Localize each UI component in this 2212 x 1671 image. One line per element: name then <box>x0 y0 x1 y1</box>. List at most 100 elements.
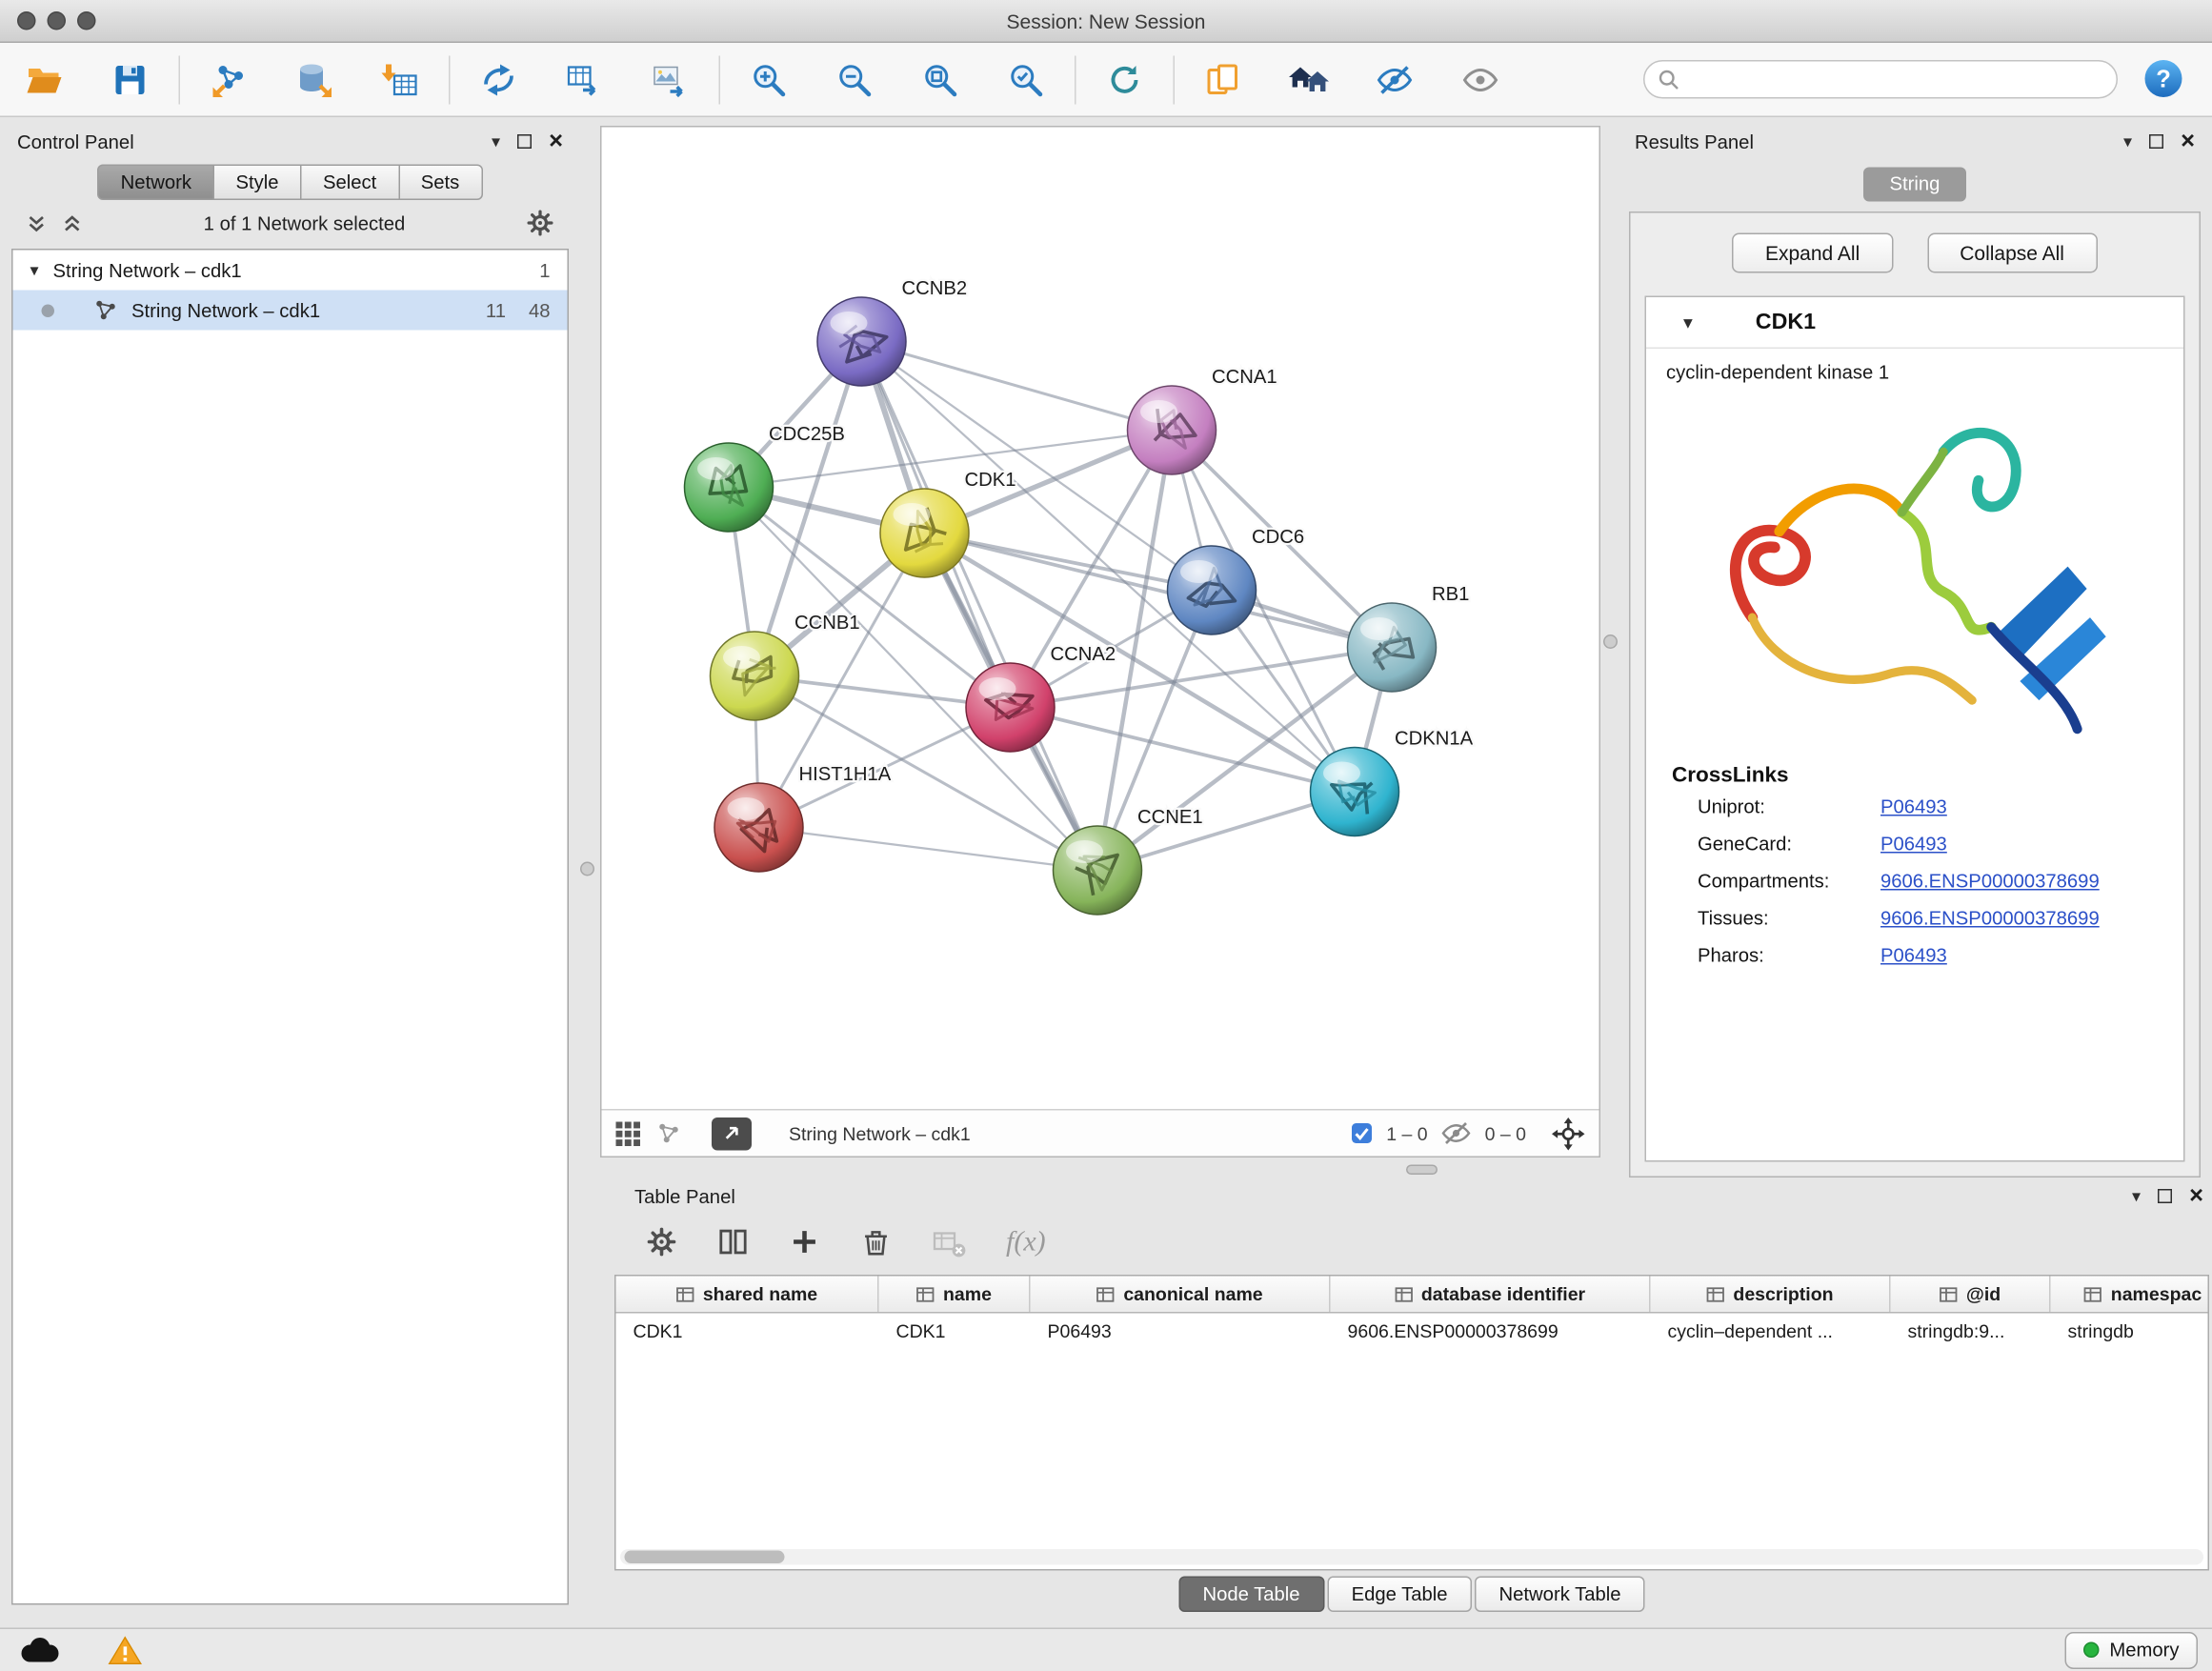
title-bar[interactable]: Session: New Session <box>0 0 2212 43</box>
help-button[interactable]: ? <box>2141 56 2186 102</box>
birds-eye-icon[interactable] <box>1552 1117 1585 1150</box>
network-node-CDKN1A[interactable]: CDKN1A <box>1311 729 1474 836</box>
network-node-CCNB2[interactable]: CCNB2 <box>817 278 967 386</box>
tab-string[interactable]: String <box>1864 168 1966 202</box>
network-row-selected[interactable]: String Network – cdk1 11 48 <box>13 291 568 331</box>
network-node-CCNB1[interactable]: CCNB1 <box>711 613 860 720</box>
clone-network-button[interactable] <box>1199 50 1248 108</box>
crosslink-value-link[interactable]: 9606.ENSP00000378699 <box>1880 907 2100 929</box>
table-cell[interactable]: CDK1 <box>879 1320 1031 1342</box>
string-results-content: Expand All Collapse All ▾ CDK1 cyclin-de… <box>1629 211 2201 1178</box>
splitter-handle[interactable] <box>1406 1165 1438 1176</box>
gene-symbol: CDK1 <box>1756 310 1816 335</box>
panel-menu-icon[interactable]: ▾ <box>492 131 500 151</box>
network-node-RB1[interactable]: RB1 <box>1348 584 1470 692</box>
table-cell[interactable]: stringdb <box>2051 1320 2210 1342</box>
export-table-button[interactable] <box>560 50 609 108</box>
crosslink-label: Pharos: <box>1698 944 1880 966</box>
import-network-database-button[interactable] <box>291 50 339 108</box>
splitter-handle[interactable] <box>580 862 594 876</box>
tree-caret-icon[interactable]: ▾ <box>30 260 39 280</box>
cloud-status-button[interactable] <box>14 1632 63 1669</box>
import-network-file-button[interactable] <box>205 50 253 108</box>
open-session-button[interactable] <box>20 50 69 108</box>
delete-column-icon[interactable] <box>860 1226 892 1258</box>
first-neighbors-button[interactable] <box>1285 50 1334 108</box>
horizontal-scrollbar[interactable] <box>620 1550 2203 1566</box>
memory-button[interactable]: Memory <box>2065 1632 2198 1669</box>
tab-network-table[interactable]: Network Table <box>1475 1576 1645 1612</box>
zoom-out-button[interactable] <box>831 50 879 108</box>
column-header[interactable]: canonical name <box>1031 1277 1331 1313</box>
column-header[interactable]: namespac <box>2051 1277 2210 1313</box>
export-image-button[interactable] <box>646 50 694 108</box>
expand-all-button[interactable]: Expand All <box>1732 233 1892 273</box>
tab-sets[interactable]: Sets <box>398 165 483 201</box>
column-header[interactable]: shared name <box>616 1277 879 1313</box>
panel-close-icon[interactable]: × <box>549 134 563 149</box>
panel-close-icon[interactable]: × <box>2181 134 2195 149</box>
show-all-button[interactable] <box>1457 50 1505 108</box>
table-cell[interactable]: cyclin–dependent ... <box>1651 1320 1891 1342</box>
collapse-all-icon[interactable] <box>26 212 48 234</box>
panel-menu-icon[interactable]: ▾ <box>2132 1186 2141 1206</box>
zoom-in-button[interactable] <box>745 50 794 108</box>
selected-checkbox-icon[interactable] <box>1352 1123 1372 1143</box>
show-columns-icon[interactable] <box>717 1226 749 1258</box>
column-header[interactable]: name <box>879 1277 1031 1313</box>
collapse-all-button[interactable]: Collapse All <box>1927 233 2098 273</box>
share-view-icon[interactable] <box>657 1122 680 1145</box>
cloud-icon <box>17 1636 60 1666</box>
network-node-HIST1H1A[interactable]: HIST1H1A <box>714 764 892 872</box>
add-column-icon[interactable] <box>789 1226 820 1258</box>
tab-style[interactable]: Style <box>212 165 301 201</box>
column-header[interactable]: database identifier <box>1331 1277 1651 1313</box>
crosslink-value-link[interactable]: 9606.ENSP00000378699 <box>1880 870 2100 892</box>
search-input[interactable] <box>1688 69 2117 91</box>
network-node-CCNA1[interactable]: CCNA1 <box>1128 367 1277 474</box>
save-session-button[interactable] <box>106 50 154 108</box>
panel-close-icon[interactable]: × <box>2189 1189 2203 1203</box>
column-header[interactable]: description <box>1651 1277 1891 1313</box>
open-in-window-button[interactable] <box>712 1117 752 1150</box>
eye-gray-icon <box>1460 61 1500 98</box>
gear-icon[interactable] <box>646 1226 677 1258</box>
expand-all-icon[interactable] <box>62 212 84 234</box>
scrollbar-thumb[interactable] <box>625 1551 785 1564</box>
table-cell[interactable]: P06493 <box>1031 1320 1331 1342</box>
warnings-button[interactable] <box>100 1632 149 1669</box>
table-cell[interactable]: CDK1 <box>616 1320 879 1342</box>
table-cell[interactable]: stringdb:9... <box>1891 1320 2051 1342</box>
panel-menu-icon[interactable]: ▾ <box>2123 131 2132 151</box>
export-network-button[interactable] <box>474 50 523 108</box>
panel-float-icon[interactable] <box>517 134 532 149</box>
hide-selected-button[interactable] <box>1371 50 1419 108</box>
tab-network[interactable]: Network <box>98 165 214 201</box>
network-canvas[interactable]: CCNB2CCNA1CDC25BCDK1CDC6RB1CCNB1CCNA2CDK… <box>602 128 1599 1110</box>
import-network-icon <box>211 61 248 98</box>
zoom-fit-button[interactable] <box>916 50 965 108</box>
tab-select[interactable]: Select <box>300 165 399 201</box>
panel-float-icon[interactable] <box>2158 1189 2172 1203</box>
crosslink-value-link[interactable]: P06493 <box>1880 944 1947 966</box>
gene-card-header[interactable]: ▾ CDK1 <box>1646 297 2183 349</box>
crosslink-value-link[interactable]: P06493 <box>1880 833 1947 855</box>
network-node-CDC6[interactable]: CDC6 <box>1168 527 1305 634</box>
refresh-button[interactable] <box>1100 50 1149 108</box>
panel-float-icon[interactable] <box>2149 134 2163 149</box>
gear-icon[interactable] <box>526 209 554 237</box>
import-table-button[interactable] <box>376 50 425 108</box>
column-header[interactable]: @id <box>1891 1277 2051 1313</box>
tab-edge-table[interactable]: Edge Table <box>1327 1576 1472 1612</box>
network-node-CDK1[interactable]: CDK1 <box>880 470 1016 577</box>
network-collection-row[interactable]: ▾ String Network – cdk1 1 <box>13 251 568 291</box>
collapse-caret-icon[interactable]: ▾ <box>1683 311 1693 333</box>
table-row[interactable]: CDK1CDK1P064939606.ENSP00000378699cyclin… <box>616 1314 2208 1350</box>
grid-view-icon[interactable] <box>616 1121 641 1146</box>
tab-node-table[interactable]: Node Table <box>1178 1576 1324 1612</box>
splitter-handle[interactable] <box>1603 634 1618 649</box>
table-cell[interactable]: 9606.ENSP00000378699 <box>1331 1320 1651 1342</box>
crosslink-value-link[interactable]: P06493 <box>1880 795 1947 817</box>
zoom-selected-button[interactable] <box>1002 50 1051 108</box>
hidden-eye-icon[interactable] <box>1442 1122 1471 1145</box>
